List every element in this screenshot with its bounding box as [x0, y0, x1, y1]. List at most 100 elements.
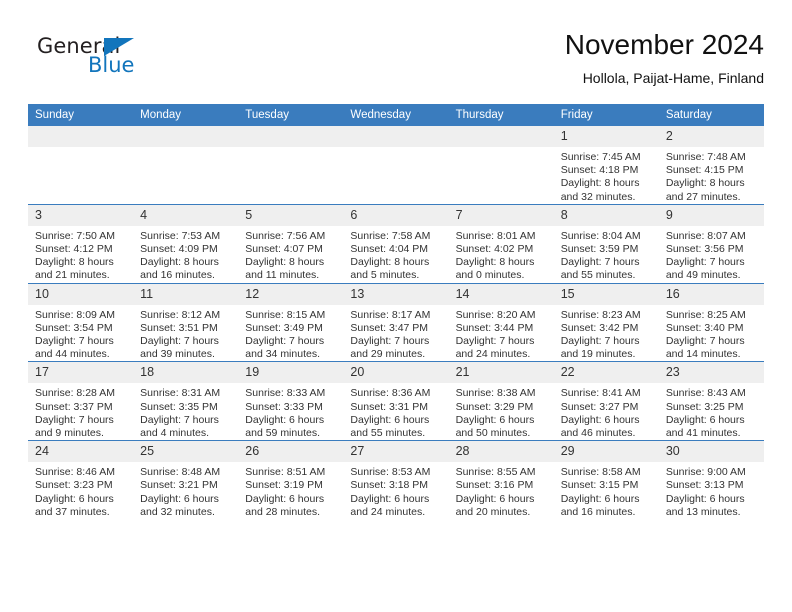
sunset-text: Sunset: 3:59 PM — [560, 243, 639, 256]
sunset-text: Sunset: 3:16 PM — [455, 479, 534, 492]
day-details — [238, 147, 343, 151]
day-details: Sunrise: 8:01 AM Sunset: 4:02 PM Daylight:… — [449, 226, 554, 283]
calendar-day-cell[interactable]: 17 Sunrise: 8:28 AM Sunset: 3:37 PM Dayligh… — [28, 361, 134, 441]
sunset-text: Sunset: 3:54 PM — [35, 321, 113, 334]
calendar-day-cell[interactable]: 9 Sunrise: 8:07 AM Sunset: 3:56 PM Daylight… — [658, 203, 764, 284]
day-number: 11 — [133, 283, 239, 305]
calendar-day-cell[interactable]: 25 Sunrise: 8:48 AM Sunset: 3:21 PM Dayligh… — [133, 440, 239, 520]
day-details: Sunrise: 7:56 AM Sunset: 4:07 PM Daylight:… — [238, 226, 343, 283]
calendar-week-row: 24 Sunrise: 8:46 AM Sunset: 3:23 PM Dayligh… — [28, 440, 764, 520]
sunrise-text: Sunrise: 8:53 AM — [350, 466, 431, 479]
sunrise-text: Sunrise: 8:09 AM — [35, 308, 115, 321]
daylight-text-line1: Daylight: 6 hours — [245, 413, 325, 426]
calendar-day-cell[interactable]: 4 Sunrise: 7:53 AM Sunset: 4:09 PM Daylight… — [133, 203, 239, 284]
sunset-text: Sunset: 4:15 PM — [665, 164, 744, 177]
calendar-day-cell[interactable]: 11 Sunrise: 8:12 AM Sunset: 3:51 PM Dayligh… — [133, 282, 239, 362]
calendar-day-cell[interactable]: 18 Sunrise: 8:31 AM Sunset: 3:35 PM Dayligh… — [133, 361, 239, 441]
weekday-header-friday: Friday — [553, 104, 659, 126]
calendar-day-cell[interactable]: 12 Sunrise: 8:15 AM Sunset: 3:49 PM Dayligh… — [238, 282, 344, 362]
sunset-text: Sunset: 4:04 PM — [350, 243, 429, 256]
daylight-text-line1: Daylight: 8 hours — [140, 256, 219, 269]
calendar-day-cell[interactable]: 2 Sunrise: 7:48 AM Sunset: 4:15 PM Daylight… — [658, 126, 764, 204]
calendar-day-cell[interactable]: 20 Sunrise: 8:36 AM Sunset: 3:31 PM Dayligh… — [343, 361, 449, 441]
calendar-day-cell[interactable]: 3 Sunrise: 7:50 AM Sunset: 4:12 PM Daylight… — [28, 203, 134, 284]
sunset-text: Sunset: 3:51 PM — [140, 321, 218, 334]
calendar-day-cell[interactable]: 30 Sunrise: 9:00 AM Sunset: 3:13 PM Dayligh… — [658, 440, 764, 520]
daylight-text-line1: Daylight: 6 hours — [560, 492, 640, 505]
day-number: 9 — [658, 204, 764, 226]
sunrise-text: Sunrise: 7:50 AM — [35, 229, 115, 242]
calendar-day-cell[interactable]: 5 Sunrise: 7:56 AM Sunset: 4:07 PM Daylight… — [238, 203, 344, 284]
day-details: Sunrise: 8:04 AM Sunset: 3:59 PM Daylight:… — [554, 226, 659, 283]
daylight-text-line2: and 24 minutes. — [455, 348, 531, 361]
sunset-text: Sunset: 3:15 PM — [560, 479, 639, 492]
calendar-day-cell[interactable]: 28 Sunrise: 8:55 AM Sunset: 3:16 PM Dayligh… — [448, 440, 554, 520]
daylight-text-line1: Daylight: 6 hours — [140, 492, 219, 505]
sunrise-text: Sunrise: 8:23 AM — [560, 308, 641, 321]
daylight-text-line1: Daylight: 7 hours — [560, 335, 640, 348]
calendar-day-cell[interactable]: 19 Sunrise: 8:33 AM Sunset: 3:33 PM Dayligh… — [238, 361, 344, 441]
daylight-text-line1: Daylight: 8 hours — [245, 256, 325, 269]
sunset-text: Sunset: 3:42 PM — [560, 321, 639, 334]
sunrise-text: Sunrise: 8:51 AM — [245, 466, 326, 479]
calendar-day-cell[interactable]: 22 Sunrise: 8:41 AM Sunset: 3:27 PM Dayligh… — [553, 361, 659, 441]
daylight-text-line2: and 34 minutes. — [245, 348, 320, 361]
day-number — [448, 126, 554, 147]
sunrise-text: Sunrise: 8:28 AM — [35, 387, 115, 400]
day-number: 13 — [343, 283, 449, 305]
calendar-day-cell[interactable]: 21 Sunrise: 8:38 AM Sunset: 3:29 PM Dayligh… — [448, 361, 554, 441]
day-number: 8 — [553, 204, 659, 226]
day-details: Sunrise: 8:28 AM Sunset: 3:37 PM Daylight:… — [28, 383, 133, 440]
day-number: 19 — [238, 362, 344, 384]
calendar-day-cell[interactable]: 16 Sunrise: 8:25 AM Sunset: 3:40 PM Dayligh… — [658, 282, 764, 362]
calendar-day-cell[interactable]: 15 Sunrise: 8:23 AM Sunset: 3:42 PM Dayligh… — [553, 282, 659, 362]
day-details: Sunrise: 7:50 AM Sunset: 4:12 PM Daylight:… — [28, 226, 133, 283]
day-number: 16 — [658, 283, 764, 305]
sunrise-text: Sunrise: 7:48 AM — [665, 151, 746, 163]
day-details: Sunrise: 9:00 AM Sunset: 3:13 PM Daylight:… — [659, 462, 764, 519]
sunset-text: Sunset: 3:27 PM — [560, 400, 639, 413]
day-details: Sunrise: 8:20 AM Sunset: 3:44 PM Daylight:… — [449, 305, 554, 362]
day-number: 25 — [133, 441, 239, 463]
page-header: General Blue November 2024 Hollola, Paij… — [28, 28, 764, 94]
brand-logo[interactable]: General Blue — [28, 34, 208, 86]
day-details: Sunrise: 8:36 AM Sunset: 3:31 PM Daylight:… — [343, 383, 448, 440]
daylight-text-line2: and 49 minutes. — [665, 269, 741, 282]
sunset-text: Sunset: 3:25 PM — [665, 400, 744, 413]
daylight-text-line1: Daylight: 7 hours — [140, 335, 219, 348]
day-details — [133, 147, 238, 151]
day-number: 1 — [553, 126, 659, 147]
calendar-day-cell[interactable]: 1 Sunrise: 7:45 AM Sunset: 4:18 PM Daylight… — [553, 126, 659, 204]
day-number: 2 — [658, 126, 764, 147]
sunset-text: Sunset: 3:31 PM — [350, 400, 429, 413]
sunset-text: Sunset: 3:33 PM — [245, 400, 323, 413]
daylight-text-line2: and 28 minutes. — [245, 505, 320, 518]
sunrise-text: Sunrise: 8:58 AM — [560, 466, 641, 479]
daylight-text-line2: and 32 minutes. — [560, 190, 636, 203]
calendar-day-cell[interactable]: 10 Sunrise: 8:09 AM Sunset: 3:54 PM Dayligh… — [28, 282, 134, 362]
day-details — [449, 147, 554, 151]
calendar-day-cell[interactable]: 27 Sunrise: 8:53 AM Sunset: 3:18 PM Dayligh… — [343, 440, 449, 520]
calendar-day-cell[interactable]: 23 Sunrise: 8:43 AM Sunset: 3:25 PM Dayligh… — [658, 361, 764, 441]
calendar-day-cell-empty — [343, 126, 449, 204]
daylight-text-line1: Daylight: 6 hours — [455, 413, 535, 426]
calendar-day-cell[interactable]: 7 Sunrise: 8:01 AM Sunset: 4:02 PM Daylight… — [448, 203, 554, 284]
calendar-day-cell[interactable]: 26 Sunrise: 8:51 AM Sunset: 3:19 PM Dayligh… — [238, 440, 344, 520]
calendar-day-cell-empty — [133, 126, 239, 204]
calendar-day-cell[interactable]: 13 Sunrise: 8:17 AM Sunset: 3:47 PM Dayligh… — [343, 282, 449, 362]
day-number: 30 — [658, 441, 764, 463]
calendar-day-cell[interactable]: 14 Sunrise: 8:20 AM Sunset: 3:44 PM Dayligh… — [448, 282, 554, 362]
sunset-text: Sunset: 3:44 PM — [455, 321, 534, 334]
calendar-day-cell[interactable]: 24 Sunrise: 8:46 AM Sunset: 3:23 PM Dayligh… — [28, 440, 134, 520]
sunrise-text: Sunrise: 8:17 AM — [350, 308, 431, 321]
calendar-day-cell[interactable]: 8 Sunrise: 8:04 AM Sunset: 3:59 PM Daylight… — [553, 203, 659, 284]
calendar-header-row: Sunday Monday Tuesday Wednesday Thursday Frid… — [28, 104, 764, 126]
calendar-week-row: 3 Sunrise: 7:50 AM Sunset: 4:12 PM Daylight… — [28, 203, 764, 284]
daylight-text-line2: and 20 minutes. — [455, 505, 531, 518]
calendar-day-cell[interactable]: 29 Sunrise: 8:58 AM Sunset: 3:15 PM Dayligh… — [553, 440, 659, 520]
sunset-text: Sunset: 3:47 PM — [350, 321, 429, 334]
day-details — [343, 147, 448, 151]
sunrise-text: Sunrise: 8:12 AM — [140, 308, 221, 321]
calendar-day-cell[interactable]: 6 Sunrise: 7:58 AM Sunset: 4:04 PM Daylight… — [343, 203, 449, 284]
day-details: Sunrise: 7:48 AM Sunset: 4:15 PM Daylight:… — [659, 147, 764, 204]
